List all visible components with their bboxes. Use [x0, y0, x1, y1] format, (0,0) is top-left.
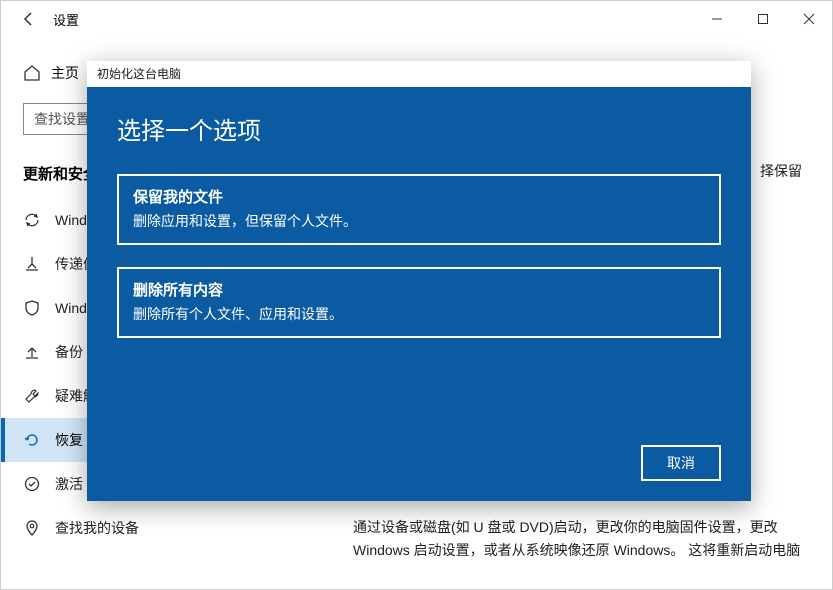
- window-title: 设置: [53, 10, 79, 29]
- backup-icon: [23, 343, 41, 361]
- back-button[interactable]: [9, 1, 49, 37]
- sidebar-item-find-device[interactable]: 查找我的设备: [1, 506, 341, 550]
- maximize-icon: [757, 13, 769, 25]
- sidebar-item-label: 恢复: [55, 430, 83, 450]
- minimize-icon: [711, 13, 723, 25]
- title-bar: 设置: [1, 1, 832, 37]
- delivery-icon: [23, 255, 41, 273]
- activate-icon: [23, 475, 41, 493]
- sidebar-item-label: 查找我的设备: [55, 518, 139, 538]
- maximize-button[interactable]: [740, 1, 786, 37]
- home-icon: [23, 64, 41, 82]
- reset-dialog: 初始化这台电脑 选择一个选项 保留我的文件 删除应用和设置，但保留个人文件。 删…: [87, 61, 751, 501]
- dialog-title: 选择一个选项: [117, 111, 721, 146]
- sidebar-item-label: 备份: [55, 342, 83, 362]
- sync-icon: [23, 211, 41, 229]
- shield-icon: [23, 299, 41, 317]
- sidebar-item-label: 激活: [55, 474, 83, 494]
- cancel-button[interactable]: 取消: [641, 445, 721, 481]
- recovery-icon: [23, 431, 41, 449]
- content-bottom-text: 通过设备或磁盘(如 U 盘或 DVD)启动，更改你的电脑固件设置，更改 Wind…: [353, 516, 802, 561]
- option-title: 删除所有内容: [133, 279, 705, 300]
- close-icon: [803, 13, 815, 25]
- option-desc: 删除所有个人文件、应用和设置。: [133, 304, 705, 324]
- close-button[interactable]: [786, 1, 832, 37]
- minimize-button[interactable]: [694, 1, 740, 37]
- dialog-window-title: 初始化这台电脑: [87, 61, 751, 87]
- home-label: 主页: [51, 63, 79, 83]
- option-title: 保留我的文件: [133, 186, 705, 207]
- search-placeholder: 查找设置: [34, 109, 90, 129]
- option-remove-all[interactable]: 删除所有内容 删除所有个人文件、应用和设置。: [117, 267, 721, 338]
- option-keep-files[interactable]: 保留我的文件 删除应用和设置，但保留个人文件。: [117, 174, 721, 245]
- troubleshoot-icon: [23, 387, 41, 405]
- back-arrow-icon: [21, 11, 37, 27]
- find-icon: [23, 519, 41, 537]
- content-hint: 择保留: [760, 161, 802, 181]
- option-desc: 删除应用和设置，但保留个人文件。: [133, 211, 705, 231]
